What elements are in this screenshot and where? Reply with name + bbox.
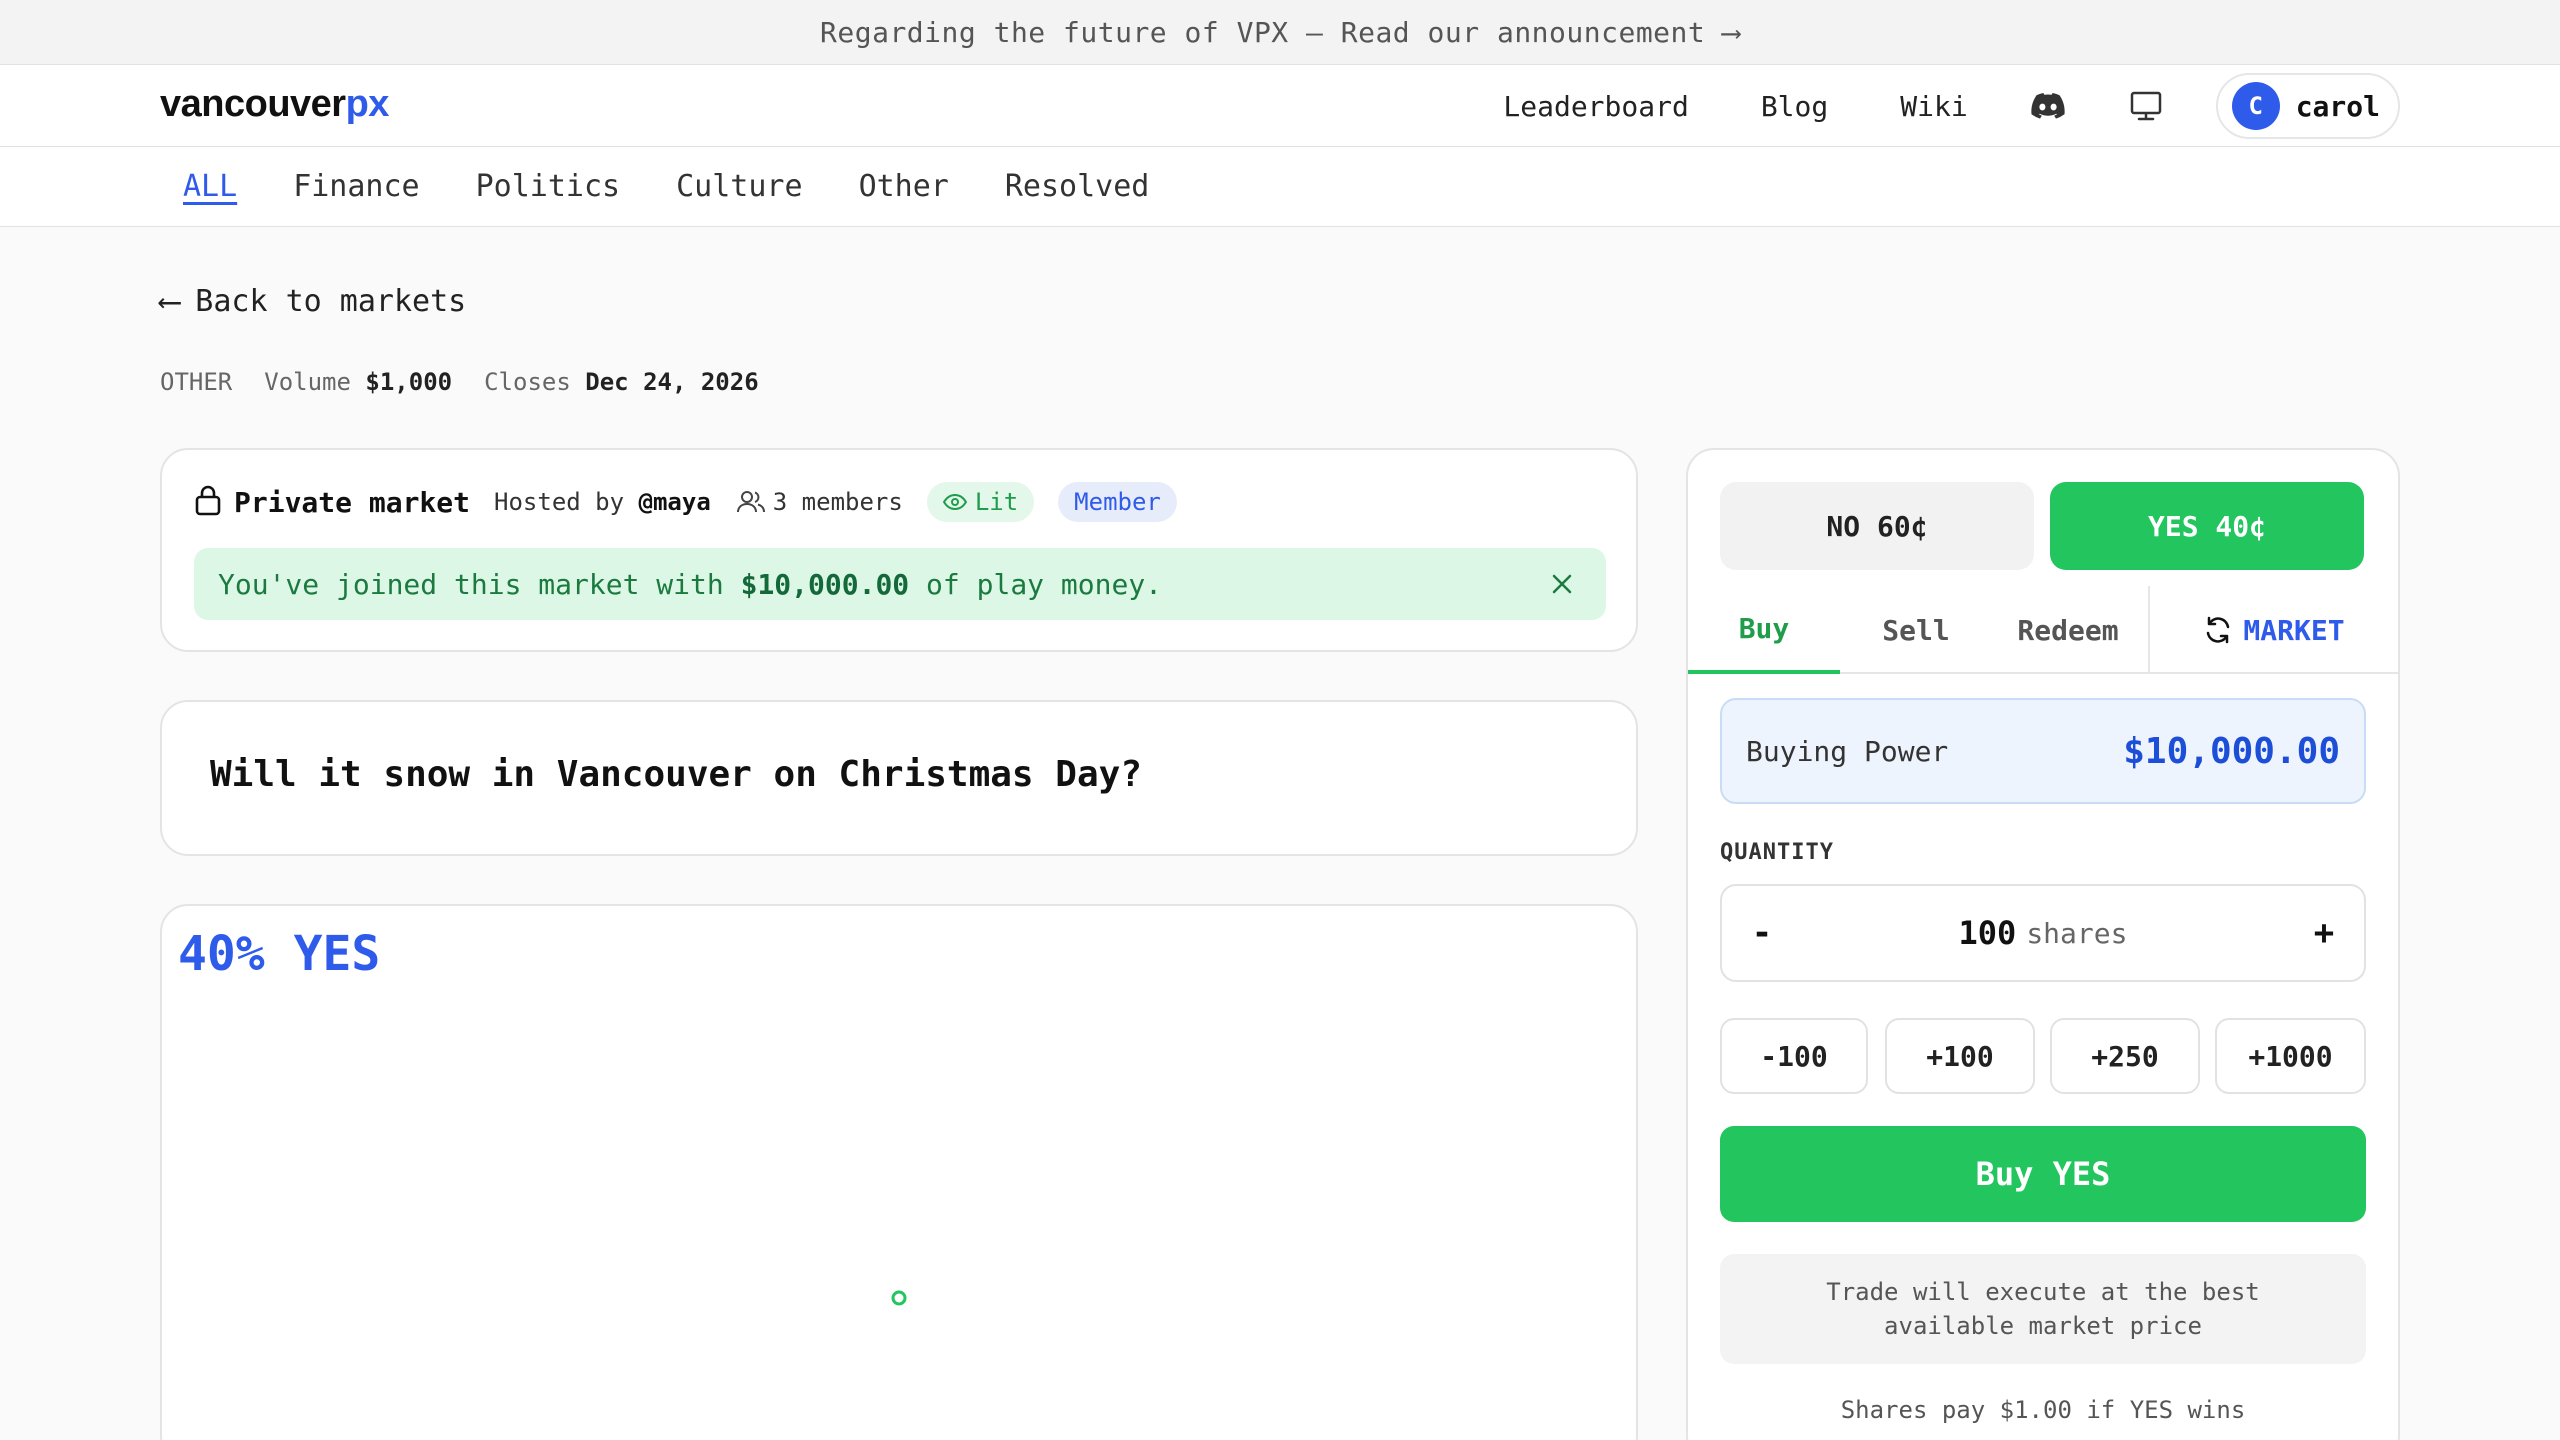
logo-accent: px: [345, 83, 390, 125]
quick-plus-1000-button[interactable]: +1000: [2215, 1018, 2366, 1094]
close-icon[interactable]: [1544, 566, 1580, 602]
execution-note: Trade will execute at the best available…: [1720, 1254, 2366, 1364]
top-nav: vancouverpx Leaderboard Blog Wiki C caro…: [0, 65, 2560, 147]
private-market-title: Private market: [234, 485, 471, 519]
joined-suffix: of play money.: [926, 567, 1163, 601]
member-badge: Member: [1058, 482, 1177, 522]
eye-icon: [942, 494, 967, 510]
outcome-yes-button[interactable]: YES 40¢: [2050, 482, 2364, 570]
private-market-header: Private market Hosted by @maya 3 members…: [194, 480, 1177, 524]
back-to-markets-link[interactable]: ⟵ Back to markets: [160, 282, 466, 320]
lit-label: Lit: [974, 488, 1019, 516]
arrow-left-icon: ⟵: [160, 282, 180, 320]
quick-plus-250-button[interactable]: +250: [2050, 1018, 2200, 1094]
tab-all[interactable]: ALL: [183, 169, 237, 204]
nav-wiki[interactable]: Wiki: [1900, 90, 1967, 123]
chart-card: 40% YES: [160, 904, 1638, 1440]
host-info: Hosted by @maya: [494, 488, 711, 516]
members-count[interactable]: 3 members: [736, 488, 903, 516]
category-tabs: ALL Finance Politics Culture Other Resol…: [0, 147, 2560, 227]
price-chart: [891, 1290, 907, 1306]
order-type-label: MARKET: [2243, 613, 2345, 647]
volume-value: $1,000: [365, 368, 453, 396]
tab-redeem[interactable]: Redeem: [1992, 586, 2144, 674]
members-label: 3 members: [772, 488, 903, 516]
quantity-value: 100: [1958, 914, 2017, 952]
tab-other[interactable]: Other: [859, 169, 949, 204]
closes-label: Closes: [484, 368, 571, 396]
users-icon: [736, 491, 765, 513]
increment-button[interactable]: +: [2284, 886, 2364, 980]
joined-prefix: You've joined this market with: [218, 567, 724, 601]
tab-buy[interactable]: Buy: [1688, 586, 1840, 674]
monitor-icon[interactable]: [2128, 88, 2164, 124]
quantity-field[interactable]: 100 shares: [1722, 886, 2364, 980]
buying-power-value: $10,000.00: [2123, 730, 2340, 772]
market-meta: OTHER Volume $1,000 Closes Dec 24, 2026: [160, 368, 791, 396]
lit-badge: Lit: [926, 482, 1035, 522]
decrement-button[interactable]: -: [1722, 886, 1802, 980]
logo-main: vancouver: [160, 83, 346, 125]
outcome-no-button[interactable]: NO 60¢: [1720, 482, 2034, 570]
hosted-label: Hosted by: [494, 488, 625, 516]
tab-culture[interactable]: Culture: [676, 169, 802, 204]
quantity-stepper: 100 shares - +: [1720, 884, 2366, 982]
tab-finance[interactable]: Finance: [293, 169, 419, 204]
closes-value: Dec 24, 2026: [585, 368, 759, 396]
market-closes: Closes Dec 24, 2026: [484, 368, 759, 396]
quantity-label: QUANTITY: [1720, 840, 1834, 865]
tab-politics[interactable]: Politics: [476, 169, 621, 204]
nav-links: Leaderboard Blog Wiki C carol: [1503, 73, 2400, 139]
user-menu[interactable]: C carol: [2215, 73, 2400, 139]
nav-blog[interactable]: Blog: [1761, 90, 1828, 123]
discord-icon[interactable]: [2030, 88, 2066, 124]
quick-plus-100-button[interactable]: +100: [1885, 1018, 2035, 1094]
user-name: carol: [2295, 89, 2380, 123]
buying-power: Buying Power $10,000.00: [1720, 698, 2366, 804]
probability-label: 40% YES: [178, 926, 381, 982]
joined-amount: $10,000.00: [740, 567, 910, 601]
payout-info: Shares pay $1.00 if YES wins: [1840, 1396, 2246, 1424]
order-type-toggle[interactable]: MARKET: [2148, 586, 2398, 674]
chart-point: [891, 1290, 907, 1306]
avatar: C: [2231, 82, 2280, 130]
back-label: Back to markets: [195, 283, 467, 319]
buying-power-label: Buying Power: [1746, 734, 1949, 768]
volume-label: Volume: [264, 368, 351, 396]
joined-banner: You've joined this market with $10,000.0…: [194, 548, 1606, 620]
announcement-text[interactable]: Regarding the future of VPX — Read our a…: [820, 16, 1740, 49]
market-category: OTHER: [160, 368, 233, 396]
announcement-bar[interactable]: Regarding the future of VPX — Read our a…: [0, 0, 2560, 65]
quantity-unit: shares: [2026, 916, 2128, 950]
lock-icon: [194, 484, 222, 520]
host-name[interactable]: @maya: [639, 488, 711, 516]
quick-minus-100-button[interactable]: -100: [1720, 1018, 1868, 1094]
tab-sell[interactable]: Sell: [1840, 586, 1992, 674]
market-volume: Volume $1,000: [264, 368, 452, 396]
private-market-card: Private market Hosted by @maya 3 members…: [160, 448, 1638, 652]
buy-yes-button[interactable]: Buy YES: [1720, 1126, 2366, 1222]
question-card: Will it snow in Vancouver on Christmas D…: [160, 700, 1638, 856]
nav-leaderboard[interactable]: Leaderboard: [1503, 90, 1688, 123]
logo[interactable]: vancouverpx: [160, 83, 389, 126]
refresh-icon: [2207, 616, 2230, 644]
tab-resolved[interactable]: Resolved: [1005, 169, 1150, 204]
trade-panel: NO 60¢ YES 40¢ Buy Sell Redeem MARKET Bu…: [1686, 448, 2400, 1440]
trade-tabs: Buy Sell Redeem MARKET: [1688, 586, 2398, 674]
market-question: Will it snow in Vancouver on Christmas D…: [210, 754, 1142, 795]
